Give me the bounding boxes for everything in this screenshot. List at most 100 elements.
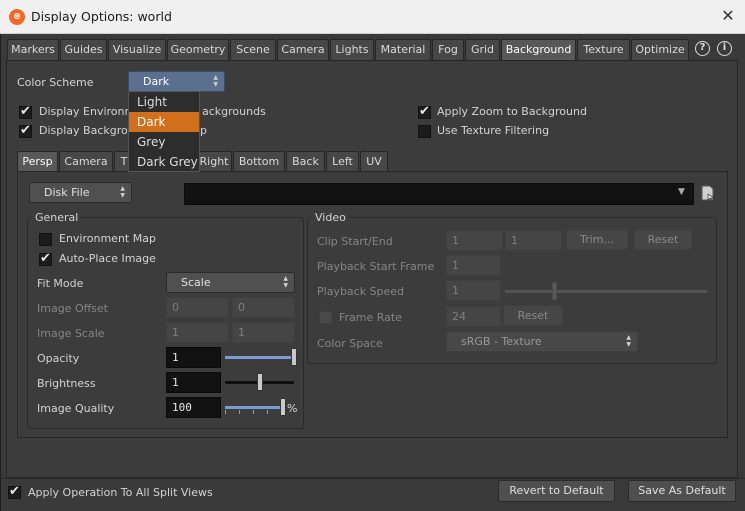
apply-all-split-views-checkbox[interactable]	[8, 484, 21, 499]
help-icon[interactable]: ?	[695, 41, 710, 56]
display-background-label-right: p	[200, 124, 207, 137]
view-tab-bottom[interactable]: Bottom	[233, 151, 285, 171]
image-quality-label: Image Quality	[37, 402, 115, 415]
image-offset-y-field: 0	[232, 297, 295, 318]
playback-speed-label: Playback Speed	[317, 285, 405, 298]
display-background-checkbox[interactable]	[19, 123, 32, 138]
file-chooser-icon[interactable]	[701, 185, 715, 202]
view-tab-persp[interactable]: Persp	[17, 151, 58, 171]
image-quality-slider-handle[interactable]	[280, 398, 286, 416]
opacity-label: Opacity	[37, 352, 80, 365]
clip-start-field: 1	[446, 230, 503, 251]
select-arrows-icon: ▲ ▼	[283, 275, 288, 289]
fit-mode-select[interactable]: Scale ▲ ▼	[166, 272, 295, 293]
auto-place-label: Auto-Place Image	[59, 252, 156, 265]
view-tab-uv[interactable]: UV	[360, 151, 388, 171]
save-as-default-button[interactable]: Save As Default	[628, 480, 736, 502]
tab-scene[interactable]: Scene	[230, 39, 276, 60]
view-tab-left[interactable]: Left	[326, 151, 359, 171]
title-bar: ⊛ Display Options: world ✕	[0, 0, 745, 34]
auto-place-checkbox[interactable]	[39, 251, 52, 266]
image-scale-x-field: 1	[166, 322, 229, 343]
image-scale-y-field: 1	[232, 322, 295, 343]
brightness-label: Brightness	[37, 377, 96, 390]
frame-rate-label: Frame Rate	[339, 311, 402, 324]
tab-material[interactable]: Material	[375, 39, 431, 60]
dropdown-option-dark[interactable]: Dark	[129, 112, 199, 132]
close-icon[interactable]: ✕	[719, 7, 737, 25]
color-scheme-label: Color Scheme	[17, 76, 94, 89]
fit-mode-label: Fit Mode	[37, 277, 84, 290]
color-scheme-select[interactable]: Dark ▲ ▼	[128, 71, 225, 92]
image-offset-label: Image Offset	[37, 302, 108, 315]
source-select[interactable]: Disk File ▲ ▼	[29, 182, 132, 203]
dropdown-option-dark-grey[interactable]: Dark Grey	[129, 152, 199, 172]
color-scheme-value: Dark	[143, 75, 170, 88]
opacity-slider-fill	[225, 356, 294, 359]
display-environment-label-right: ackgrounds	[202, 105, 266, 118]
playback-start-field: 1	[446, 255, 501, 276]
select-arrows-icon: ▲ ▼	[213, 74, 218, 88]
brightness-field[interactable]: 1	[166, 372, 221, 393]
texture-filtering-checkbox[interactable]	[418, 125, 431, 138]
tab-geometry[interactable]: Geometry	[167, 39, 229, 60]
opacity-slider-handle[interactable]	[291, 348, 297, 366]
environment-map-label: Environment Map	[59, 232, 156, 245]
image-quality-slider-fill	[225, 406, 283, 409]
dropdown-option-grey[interactable]: Grey	[129, 132, 199, 152]
dropdown-option-light[interactable]: Light	[129, 92, 199, 112]
clip-reset-button: Reset	[634, 229, 692, 250]
view-tab-back[interactable]: Back	[286, 151, 325, 171]
apply-zoom-checkbox[interactable]	[418, 104, 431, 119]
tab-visualize[interactable]: Visualize	[108, 39, 166, 60]
playback-speed-field: 1	[446, 280, 501, 301]
file-path-field[interactable]	[184, 183, 694, 205]
houdini-icon: ⊛	[9, 9, 25, 25]
view-tab-camera[interactable]: Camera	[59, 151, 113, 171]
apply-zoom-label: Apply Zoom to Background	[437, 105, 587, 118]
tab-background[interactable]: Background	[501, 39, 576, 60]
tab-texture[interactable]: Texture	[577, 39, 630, 60]
brightness-slider-handle[interactable]	[257, 373, 263, 391]
percent-unit: %	[287, 402, 298, 415]
select-arrows-icon: ▲ ▼	[626, 334, 631, 348]
fit-mode-value: Scale	[181, 276, 211, 289]
trim-button: Trim...	[566, 229, 628, 250]
color-scheme-dropdown: Light Dark Grey Dark Grey	[128, 91, 200, 172]
tab-optimize[interactable]: Optimize	[631, 39, 689, 60]
image-quality-ticks	[225, 410, 283, 414]
display-background-label-left: Display Backgrou	[39, 124, 135, 137]
image-offset-x-field: 0	[166, 297, 229, 318]
footer-divider	[0, 478, 745, 479]
frame-rate-reset-button: Reset	[503, 305, 563, 326]
path-dropdown-icon[interactable]: ▼	[678, 187, 685, 197]
display-environment-checkbox[interactable]	[19, 104, 32, 119]
clip-start-end-label: Clip Start/End	[317, 235, 393, 248]
tab-markers[interactable]: Markers	[7, 39, 59, 60]
tab-lights[interactable]: Lights	[330, 39, 374, 60]
tab-fog[interactable]: Fog	[432, 39, 464, 60]
clip-end-field: 1	[505, 230, 562, 251]
color-space-select: sRGB - Texture ▲ ▼	[446, 331, 638, 352]
info-icon[interactable]: i	[717, 41, 732, 56]
color-space-value: sRGB - Texture	[461, 335, 542, 348]
playback-start-label: Playback Start Frame	[317, 260, 435, 273]
tab-camera[interactable]: Camera	[277, 39, 329, 60]
tab-guides[interactable]: Guides	[60, 39, 107, 60]
opacity-field[interactable]: 1	[166, 347, 221, 368]
window-title: Display Options: world	[31, 9, 172, 24]
texture-filtering-label: Use Texture Filtering	[437, 124, 550, 137]
select-arrows-icon: ▲ ▼	[120, 185, 125, 199]
image-quality-field[interactable]: 100	[166, 397, 221, 418]
source-value: Disk File	[44, 186, 90, 199]
revert-to-default-button[interactable]: Revert to Default	[498, 480, 615, 502]
environment-map-checkbox[interactable]	[39, 233, 52, 246]
color-space-label: Color Space	[317, 337, 383, 350]
video-title: Video	[312, 211, 349, 224]
frame-rate-field: 24	[446, 306, 501, 327]
tab-grid[interactable]: Grid	[465, 39, 500, 60]
apply-all-split-views-label: Apply Operation To All Split Views	[28, 486, 213, 499]
playback-speed-slider-track	[505, 290, 707, 293]
frame-rate-checkbox	[319, 311, 332, 324]
view-tab-right[interactable]: Right	[196, 151, 232, 171]
